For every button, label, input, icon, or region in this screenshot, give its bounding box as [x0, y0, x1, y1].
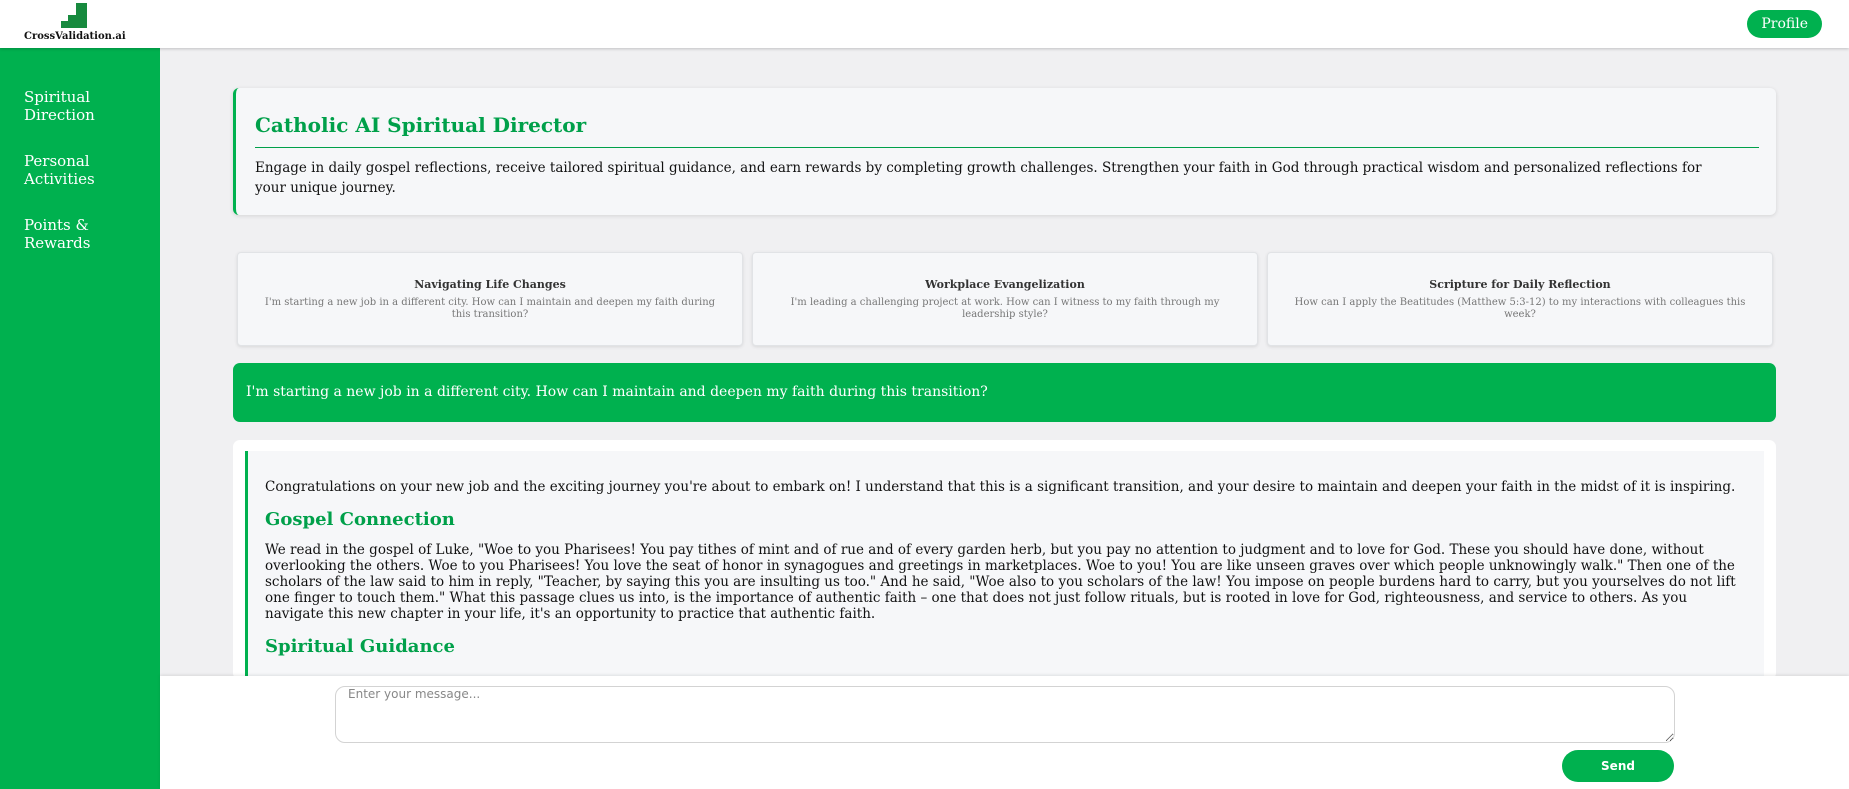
sidebar-item-personal-activities[interactable]: Personal Activities — [24, 152, 154, 188]
top-bar: CrossValidation.ai Profile — [0, 0, 1849, 48]
suggestion-text: I'm starting a new job in a different ci… — [264, 296, 716, 320]
composer: Send — [160, 676, 1849, 789]
suggestion-title: Scripture for Daily Reflection — [1429, 277, 1611, 291]
intro-card: Catholic AI Spiritual Director Engage in… — [233, 88, 1776, 215]
intro-description: Engage in daily gospel reflections, rece… — [255, 160, 1702, 196]
response-intro: Congratulations on your new job and the … — [265, 479, 1736, 495]
response-body: Congratulations on your new job and the … — [245, 451, 1764, 680]
logo-text: CrossValidation.ai — [24, 31, 126, 42]
profile-button[interactable]: Profile — [1747, 10, 1822, 38]
logo[interactable]: CrossValidation.ai — [24, 3, 134, 43]
suggestion-title: Navigating Life Changes — [414, 277, 566, 291]
page-title: Catholic AI Spiritual Director — [255, 113, 1759, 148]
suggestion-card-workplace[interactable]: Workplace Evangelization I'm leading a c… — [752, 252, 1258, 346]
suggestion-card-life-changes[interactable]: Navigating Life Changes I'm starting a n… — [237, 252, 743, 346]
suggestion-title: Workplace Evangelization — [925, 277, 1085, 291]
message-input[interactable] — [335, 686, 1675, 743]
send-button[interactable]: Send — [1562, 750, 1674, 782]
sidebar: Spiritual Direction Personal Activities … — [0, 48, 160, 789]
gospel-text: We read in the gospel of Luke, "Woe to y… — [265, 542, 1736, 622]
logo-icon — [61, 3, 87, 28]
sidebar-item-spiritual-direction[interactable]: Spiritual Direction — [24, 88, 154, 124]
user-message: I'm starting a new job in a different ci… — [233, 363, 1776, 422]
assistant-response: Congratulations on your new job and the … — [233, 440, 1776, 680]
gospel-heading: Gospel Connection — [265, 509, 455, 530]
guidance-heading: Spiritual Guidance — [265, 636, 455, 657]
suggestion-card-scripture[interactable]: Scripture for Daily Reflection How can I… — [1267, 252, 1773, 346]
suggestion-text: How can I apply the Beatitudes (Matthew … — [1294, 296, 1746, 320]
sidebar-item-points-rewards[interactable]: Points & Rewards — [24, 216, 154, 252]
suggestion-text: I'm leading a challenging project at wor… — [790, 296, 1220, 320]
